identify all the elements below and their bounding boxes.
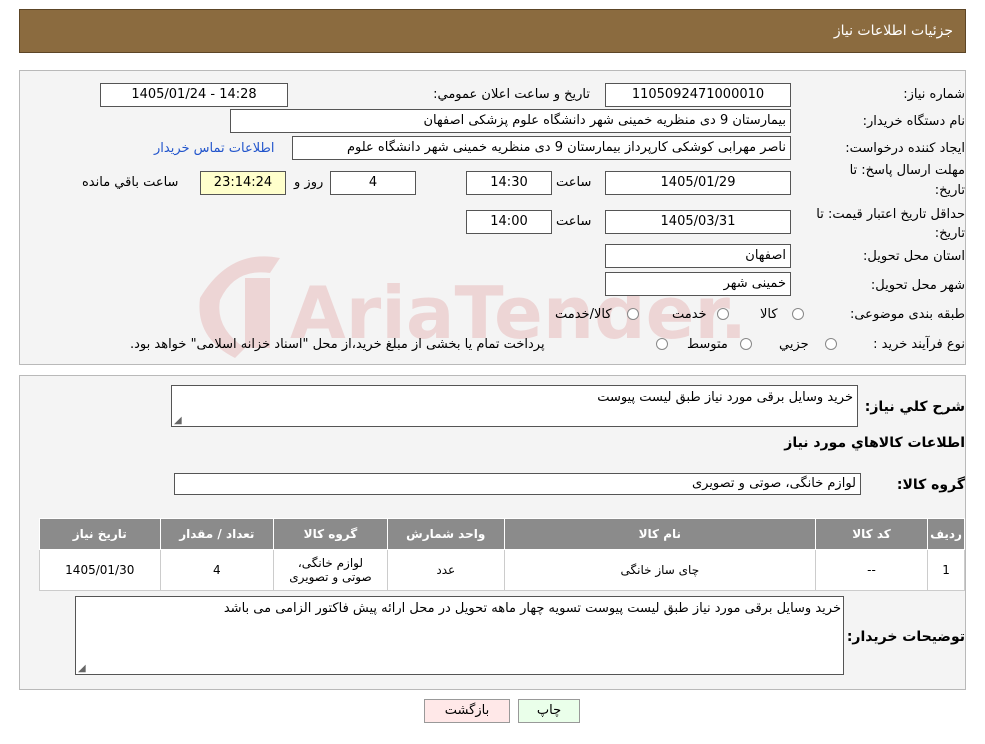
need-number-field: 1105092471000010 — [605, 83, 791, 107]
days-field: 4 — [330, 171, 416, 195]
validity-label-line2: تاریخ: — [934, 226, 965, 241]
city-field: خمینی شهر — [605, 272, 791, 296]
need-number-label: شماره نیاز: — [903, 87, 965, 102]
buyer-notes-text: خرید وسایل برقی مورد نیاز طبق لیست پیوست… — [223, 601, 841, 616]
print-button[interactable]: چاپ — [518, 699, 580, 723]
process-radio-medium[interactable] — [740, 338, 752, 350]
buyer-field: بیمارستان 9 دی منظریه خمینی شهر دانشگاه … — [230, 109, 791, 133]
validity-time-label: ساعت — [556, 214, 592, 229]
category-option-goods: کالا — [760, 307, 778, 322]
remaining-label: ساعت باقي مانده — [82, 175, 179, 190]
buyer-notes-label: توضیحات خریدار: — [846, 629, 965, 645]
process-option-minor: جزیي — [779, 337, 809, 352]
validity-date-field: 1405/03/31 — [605, 210, 791, 234]
cell-name: چای ساز خانگی — [503, 549, 816, 591]
cell-group-line1: لوازم خانگی، — [297, 556, 364, 570]
cell-code: -- — [814, 549, 929, 591]
buyer-contact-link[interactable]: اطلاعات تماس خریدار — [154, 141, 274, 156]
cell-qty: 4 — [159, 549, 275, 591]
requester-field: ناصر مهرابی کوشکی کارپرداز بیمارستان 9 د… — [292, 136, 791, 160]
process-label: نوع فرآیند خرید : — [873, 337, 965, 352]
deadline-label-line1: مهلت ارسال پاسخ: تا — [849, 163, 965, 178]
description-text: خرید وسایل برقی مورد نیاز طبق لیست پیوست — [597, 390, 853, 405]
process-note: پرداخت تمام یا بخشی از مبلغ خرید،از محل … — [130, 337, 545, 352]
remaining-time-field: 23:14:24 — [200, 171, 286, 195]
buyer-notes-textarea[interactable]: خرید وسایل برقی مورد نیاز طبق لیست پیوست… — [75, 596, 844, 675]
resize-handle-icon[interactable]: ◢ — [78, 663, 86, 674]
deadline-date-field: 1405/01/29 — [605, 171, 791, 195]
validity-time-field: 14:00 — [466, 210, 552, 234]
deadline-time-label: ساعت — [556, 175, 592, 190]
buyer-label: نام دستگاه خریدار: — [862, 114, 965, 129]
category-label: طبقه بندی موضوعی: — [849, 307, 965, 322]
goods-table: ردیف کد کالا نام کالا واحد شمارش گروه کا… — [39, 518, 965, 591]
description-textarea[interactable]: خرید وسایل برقی مورد نیاز طبق لیست پیوست… — [171, 385, 858, 427]
col-header-group: گروه کالا — [273, 518, 388, 550]
validity-label-line1: حداقل تاریخ اعتبار قیمت: تا — [816, 207, 965, 222]
back-button[interactable]: بازگشت — [424, 699, 510, 723]
page-header: جزئیات اطلاعات نیاز — [19, 9, 966, 53]
province-label: استان محل تحویل: — [863, 249, 965, 264]
province-field: اصفهان — [605, 244, 791, 268]
goods-group-field: لوازم خانگی، صوتی و تصویری — [174, 473, 861, 495]
category-radio-goods[interactable] — [792, 308, 804, 320]
category-option-service: خدمت — [672, 307, 707, 322]
cell-unit: عدد — [386, 549, 505, 591]
col-header-name: نام کالا — [503, 518, 816, 550]
table-header-row: ردیف کد کالا نام کالا واحد شمارش گروه کا… — [39, 518, 965, 550]
goods-group-label: گروه کالا: — [896, 477, 965, 493]
deadline-time-field: 14:30 — [466, 171, 552, 195]
col-header-unit: واحد شمارش — [386, 518, 505, 550]
cell-index: 1 — [927, 549, 965, 591]
requester-label: ایجاد کننده درخواست: — [845, 141, 965, 156]
cell-group: لوازم خانگی، صوتی و تصویری — [273, 549, 388, 591]
col-header-code: کد کالا — [814, 518, 929, 550]
description-label: شرح کلي نیاز: — [864, 399, 965, 415]
col-header-qty: تعداد / مقدار — [159, 518, 275, 550]
category-radio-service[interactable] — [717, 308, 729, 320]
category-radio-goods-service[interactable] — [627, 308, 639, 320]
announce-field: 1405/01/24 - 14:28 — [100, 83, 288, 107]
city-label: شهر محل تحویل: — [870, 278, 965, 293]
days-label: روز و — [294, 175, 324, 190]
cell-group-line2: صوتی و تصویری — [289, 570, 372, 584]
cell-date: 1405/01/30 — [39, 549, 161, 591]
resize-handle-icon[interactable]: ◢ — [174, 415, 182, 426]
page-title: جزئیات اطلاعات نیاز — [833, 23, 953, 39]
goods-info-title: اطلاعات کالاهاي مورد نیاز — [784, 435, 965, 451]
announce-label: تاریخ و ساعت اعلان عمومي: — [433, 87, 590, 102]
category-option-goods-service: کالا/خدمت — [555, 307, 612, 322]
process-radio-treasury[interactable] — [656, 338, 668, 350]
process-option-medium: متوسط — [687, 337, 728, 352]
table-row: 1 -- چای ساز خانگی عدد لوازم خانگی، صوتی… — [39, 549, 965, 591]
col-header-date: تاریخ نیاز — [39, 518, 161, 550]
col-header-index: ردیف — [927, 518, 965, 550]
process-radio-minor[interactable] — [825, 338, 837, 350]
deadline-label-line2: تاریخ: — [934, 183, 965, 198]
